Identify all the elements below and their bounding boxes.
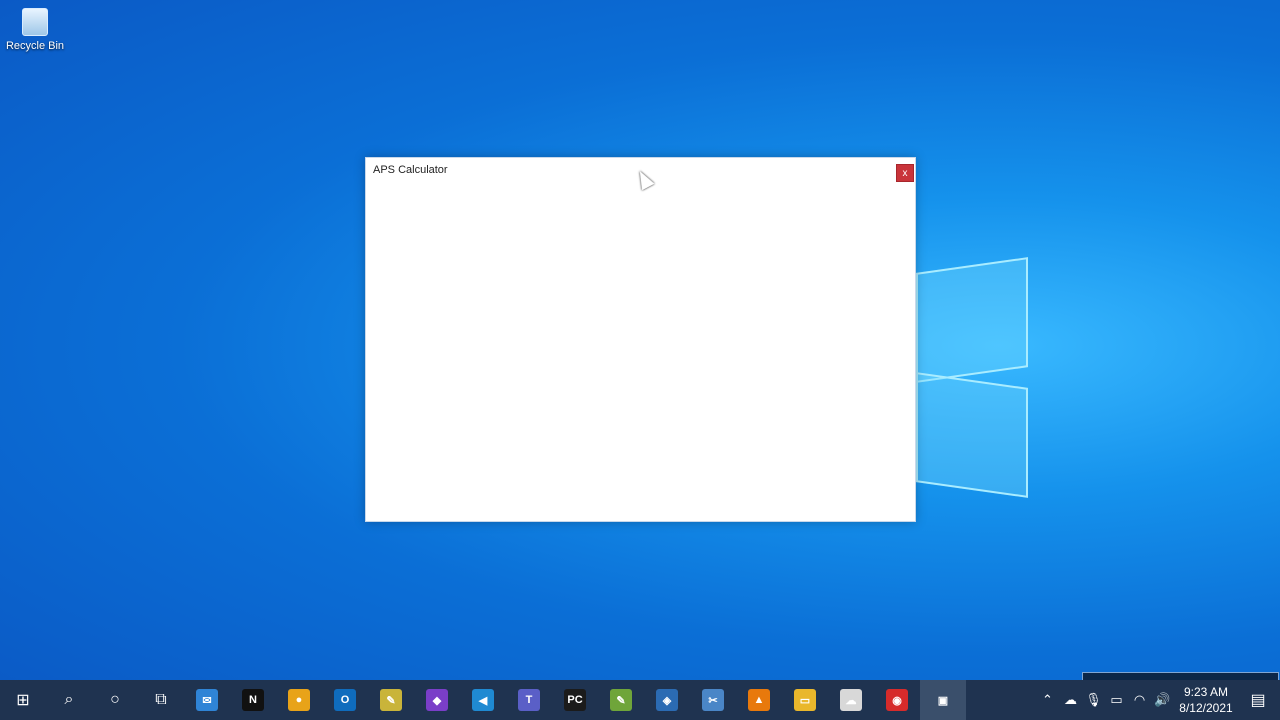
taskbar-item-chrome[interactable]: ● — [276, 680, 322, 720]
taskbar-item-cortana[interactable]: ○ — [92, 680, 138, 720]
mail-icon: ✉ — [196, 689, 218, 711]
taskbar-item-pycharm[interactable]: PC — [552, 680, 598, 720]
taskbar-item-screen-recorder[interactable]: ◉ — [874, 680, 920, 720]
vs-code-icon: ◀ — [472, 689, 494, 711]
taskbar: ⊞ ⌕ ○ ⧉ ✉ N ● O ✎ ◆ ◀ T PC ✎ ◈ ✂ ▲ ▭ ☁ ◉ ▣ ⌃ ☁ 🎙 ▭ ◠ 🔊 9:23 AM 8/… — [0, 680, 1280, 720]
window-app-icon: ▣ — [932, 689, 954, 711]
taskbar-item-cloud-app[interactable]: ☁ — [828, 680, 874, 720]
taskbar-item-snipping-tool[interactable]: ✂ — [690, 680, 736, 720]
onedrive-icon[interactable]: ☁ — [1059, 692, 1082, 708]
recycle-bin-icon — [22, 8, 48, 36]
vlc-icon: ▲ — [748, 689, 770, 711]
taskbar-item-sticky-notes[interactable]: ✎ — [368, 680, 414, 720]
windows-start-icon: ⊞ — [16, 692, 30, 709]
close-button[interactable]: x — [896, 164, 914, 182]
outlook-icon: O — [334, 689, 356, 711]
teams-icon: T — [518, 689, 540, 711]
search-icon: ⌕ — [64, 691, 74, 708]
visual-studio-icon: ◆ — [426, 689, 448, 711]
desktop-icon-recycle-bin[interactable]: Recycle Bin — [4, 8, 66, 52]
taskbar-item-search[interactable]: ⌕ — [46, 680, 92, 720]
taskbar-item-start[interactable]: ⊞ — [0, 680, 46, 720]
netflix-icon: N — [242, 689, 264, 711]
taskbar-item-outlook[interactable]: O — [322, 680, 368, 720]
aps-calculator-window[interactable]: APS Calculator x — [365, 157, 916, 522]
system-tray: ⌃ ☁ 🎙 ▭ ◠ 🔊 9:23 AM 8/12/2021 ▤ — [1036, 680, 1280, 720]
taskbar-item-teams[interactable]: T — [506, 680, 552, 720]
taskbar-item-file-explorer[interactable]: ▭ — [782, 680, 828, 720]
notepad-plus-icon: ✎ — [610, 689, 632, 711]
taskbar-item-vs-code[interactable]: ◀ — [460, 680, 506, 720]
taskbar-item-visual-studio[interactable]: ◆ — [414, 680, 460, 720]
windows-logo-wallpaper — [916, 255, 1036, 500]
file-explorer-icon: ▭ — [794, 689, 816, 711]
taskbar-item-active-window[interactable]: ▣ — [920, 680, 966, 720]
clock[interactable]: 9:23 AM 8/12/2021 — [1176, 684, 1236, 716]
snipping-tool-icon: ✂ — [702, 689, 724, 711]
clock-time: 9:23 AM — [1183, 685, 1229, 699]
taskbar-item-vlc[interactable]: ▲ — [736, 680, 782, 720]
taskbar-item-mail[interactable]: ✉ — [184, 680, 230, 720]
desktop-icon-label: Recycle Bin — [5, 40, 65, 52]
chevron-up-icon[interactable]: ⌃ — [1036, 692, 1059, 708]
microphone-icon[interactable]: 🎙 — [1082, 692, 1105, 708]
taskbar-item-netflix[interactable]: N — [230, 680, 276, 720]
volume-icon[interactable]: 🔊 — [1151, 692, 1174, 708]
task-view-icon: ⧉ — [155, 691, 167, 708]
screen-recorder-icon: ◉ — [886, 689, 908, 711]
sticky-notes-icon: ✎ — [380, 689, 402, 711]
cortana-icon: ○ — [110, 691, 120, 708]
notification-icon[interactable]: ▤ — [1236, 690, 1280, 710]
logo-pane-top — [916, 257, 1028, 383]
window-content-area — [366, 188, 915, 521]
window-title: APS Calculator — [373, 164, 448, 176]
chrome-icon: ● — [288, 689, 310, 711]
clock-date: 8/12/2021 — [1179, 701, 1233, 715]
battery-icon[interactable]: ▭ — [1105, 692, 1128, 708]
taskbar-item-task-view[interactable]: ⧉ — [138, 680, 184, 720]
wifi-icon[interactable]: ◠ — [1128, 692, 1151, 708]
taskbar-item-virtualbox[interactable]: ◈ — [644, 680, 690, 720]
cloud-app-icon: ☁ — [840, 689, 862, 711]
pycharm-icon: PC — [564, 689, 586, 711]
logo-pane-bottom — [916, 372, 1028, 498]
taskbar-item-notepad-plus[interactable]: ✎ — [598, 680, 644, 720]
virtualbox-icon: ◈ — [656, 689, 678, 711]
